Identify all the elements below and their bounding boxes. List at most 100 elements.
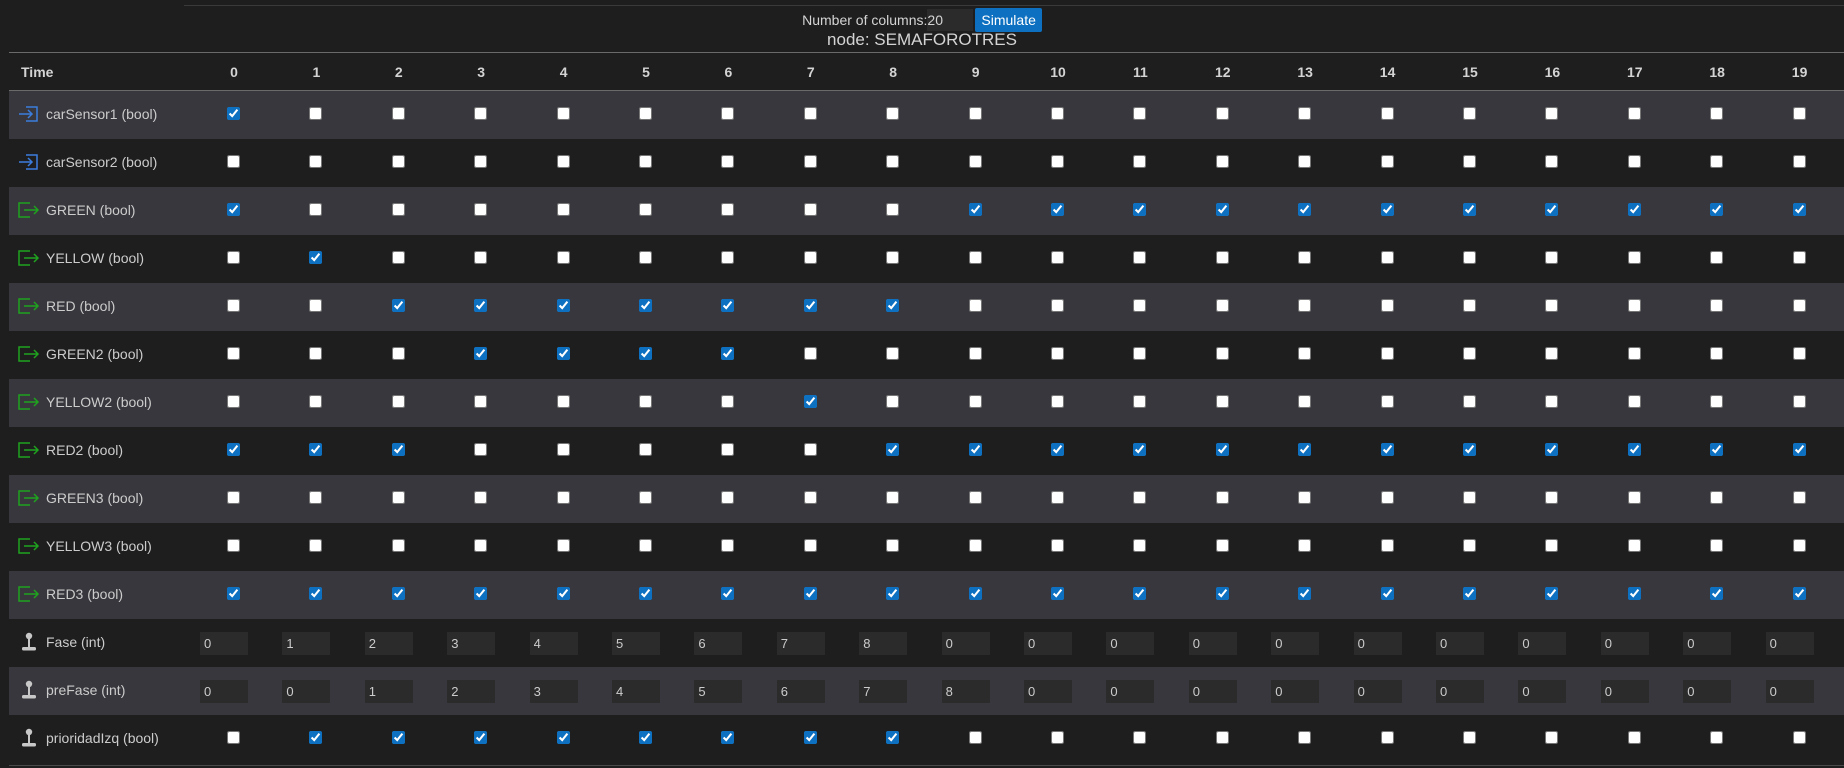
value-input[interactable] bbox=[776, 632, 825, 655]
value-checkbox[interactable] bbox=[1380, 155, 1394, 168]
value-checkbox[interactable] bbox=[227, 107, 240, 120]
value-checkbox[interactable] bbox=[1627, 731, 1641, 744]
value-checkbox[interactable] bbox=[1380, 587, 1394, 600]
value-checkbox[interactable] bbox=[1215, 443, 1229, 456]
value-checkbox[interactable] bbox=[391, 251, 405, 264]
value-checkbox[interactable] bbox=[968, 731, 982, 744]
value-checkbox[interactable] bbox=[1051, 347, 1064, 360]
value-input[interactable] bbox=[1765, 632, 1814, 655]
value-checkbox[interactable] bbox=[391, 539, 405, 552]
value-checkbox[interactable] bbox=[886, 395, 900, 408]
value-input[interactable] bbox=[1765, 680, 1814, 703]
value-checkbox[interactable] bbox=[803, 203, 817, 216]
value-checkbox[interactable] bbox=[1710, 731, 1724, 744]
value-checkbox[interactable] bbox=[639, 203, 652, 216]
value-checkbox[interactable] bbox=[721, 539, 735, 552]
value-checkbox[interactable] bbox=[1380, 347, 1394, 360]
value-checkbox[interactable] bbox=[1380, 491, 1394, 504]
value-input[interactable] bbox=[1271, 632, 1320, 655]
value-checkbox[interactable] bbox=[1627, 395, 1641, 408]
value-checkbox[interactable] bbox=[1133, 299, 1147, 312]
value-checkbox[interactable] bbox=[474, 731, 488, 744]
value-input[interactable] bbox=[612, 680, 660, 703]
value-input[interactable] bbox=[1271, 680, 1320, 703]
value-checkbox[interactable] bbox=[968, 347, 982, 360]
value-checkbox[interactable] bbox=[1133, 587, 1147, 600]
value-checkbox[interactable] bbox=[391, 107, 405, 120]
value-checkbox[interactable] bbox=[1710, 299, 1724, 312]
value-checkbox[interactable] bbox=[1215, 155, 1229, 168]
value-checkbox[interactable] bbox=[1627, 587, 1641, 600]
value-checkbox[interactable] bbox=[391, 587, 405, 600]
value-input[interactable] bbox=[364, 680, 413, 703]
value-checkbox[interactable] bbox=[309, 731, 323, 744]
value-input[interactable] bbox=[694, 632, 743, 655]
value-checkbox[interactable] bbox=[1463, 203, 1476, 216]
value-checkbox[interactable] bbox=[474, 251, 488, 264]
value-checkbox[interactable] bbox=[474, 347, 488, 360]
value-checkbox[interactable] bbox=[1298, 731, 1312, 744]
value-checkbox[interactable] bbox=[1380, 251, 1394, 264]
value-checkbox[interactable] bbox=[1792, 491, 1806, 504]
value-input[interactable] bbox=[694, 680, 743, 703]
value-checkbox[interactable] bbox=[1710, 491, 1724, 504]
value-checkbox[interactable] bbox=[1133, 155, 1147, 168]
value-checkbox[interactable] bbox=[556, 443, 570, 456]
value-checkbox[interactable] bbox=[1545, 107, 1559, 120]
value-checkbox[interactable] bbox=[1380, 443, 1394, 456]
value-checkbox[interactable] bbox=[1545, 443, 1559, 456]
value-checkbox[interactable] bbox=[968, 107, 982, 120]
value-input[interactable] bbox=[529, 680, 578, 703]
value-checkbox[interactable] bbox=[1051, 155, 1064, 168]
value-checkbox[interactable] bbox=[1545, 299, 1559, 312]
value-checkbox[interactable] bbox=[1463, 539, 1476, 552]
value-checkbox[interactable] bbox=[639, 107, 652, 120]
value-checkbox[interactable] bbox=[309, 299, 323, 312]
value-checkbox[interactable] bbox=[1463, 107, 1476, 120]
value-checkbox[interactable] bbox=[1463, 347, 1476, 360]
value-checkbox[interactable] bbox=[1792, 251, 1806, 264]
value-checkbox[interactable] bbox=[886, 587, 900, 600]
value-checkbox[interactable] bbox=[1463, 395, 1476, 408]
value-checkbox[interactable] bbox=[639, 155, 652, 168]
value-checkbox[interactable] bbox=[886, 251, 900, 264]
value-checkbox[interactable] bbox=[803, 731, 817, 744]
value-checkbox[interactable] bbox=[1792, 347, 1806, 360]
value-input[interactable] bbox=[529, 632, 578, 655]
value-checkbox[interactable] bbox=[639, 347, 652, 360]
value-checkbox[interactable] bbox=[474, 155, 488, 168]
value-checkbox[interactable] bbox=[309, 443, 323, 456]
value-checkbox[interactable] bbox=[474, 491, 488, 504]
value-checkbox[interactable] bbox=[1463, 155, 1476, 168]
value-checkbox[interactable] bbox=[1627, 299, 1641, 312]
value-checkbox[interactable] bbox=[1545, 203, 1559, 216]
value-checkbox[interactable] bbox=[721, 299, 735, 312]
value-checkbox[interactable] bbox=[1792, 731, 1806, 744]
value-input[interactable] bbox=[447, 632, 496, 655]
value-checkbox[interactable] bbox=[968, 443, 982, 456]
value-checkbox[interactable] bbox=[1710, 539, 1724, 552]
value-checkbox[interactable] bbox=[1215, 299, 1229, 312]
value-input[interactable] bbox=[941, 632, 990, 655]
value-checkbox[interactable] bbox=[1545, 251, 1559, 264]
value-checkbox[interactable] bbox=[721, 347, 735, 360]
value-checkbox[interactable] bbox=[1215, 203, 1229, 216]
value-checkbox[interactable] bbox=[391, 299, 405, 312]
value-checkbox[interactable] bbox=[803, 347, 817, 360]
value-checkbox[interactable] bbox=[639, 587, 652, 600]
value-checkbox[interactable] bbox=[803, 155, 817, 168]
value-input[interactable] bbox=[1683, 680, 1732, 703]
value-checkbox[interactable] bbox=[1463, 587, 1476, 600]
value-checkbox[interactable] bbox=[227, 347, 240, 360]
value-checkbox[interactable] bbox=[1627, 347, 1641, 360]
value-checkbox[interactable] bbox=[721, 587, 735, 600]
value-checkbox[interactable] bbox=[968, 203, 982, 216]
value-checkbox[interactable] bbox=[639, 299, 652, 312]
value-checkbox[interactable] bbox=[1215, 395, 1229, 408]
value-checkbox[interactable] bbox=[721, 395, 735, 408]
value-checkbox[interactable] bbox=[556, 491, 570, 504]
value-checkbox[interactable] bbox=[556, 587, 570, 600]
value-checkbox[interactable] bbox=[1627, 539, 1641, 552]
value-checkbox[interactable] bbox=[556, 539, 570, 552]
value-input[interactable] bbox=[447, 680, 496, 703]
